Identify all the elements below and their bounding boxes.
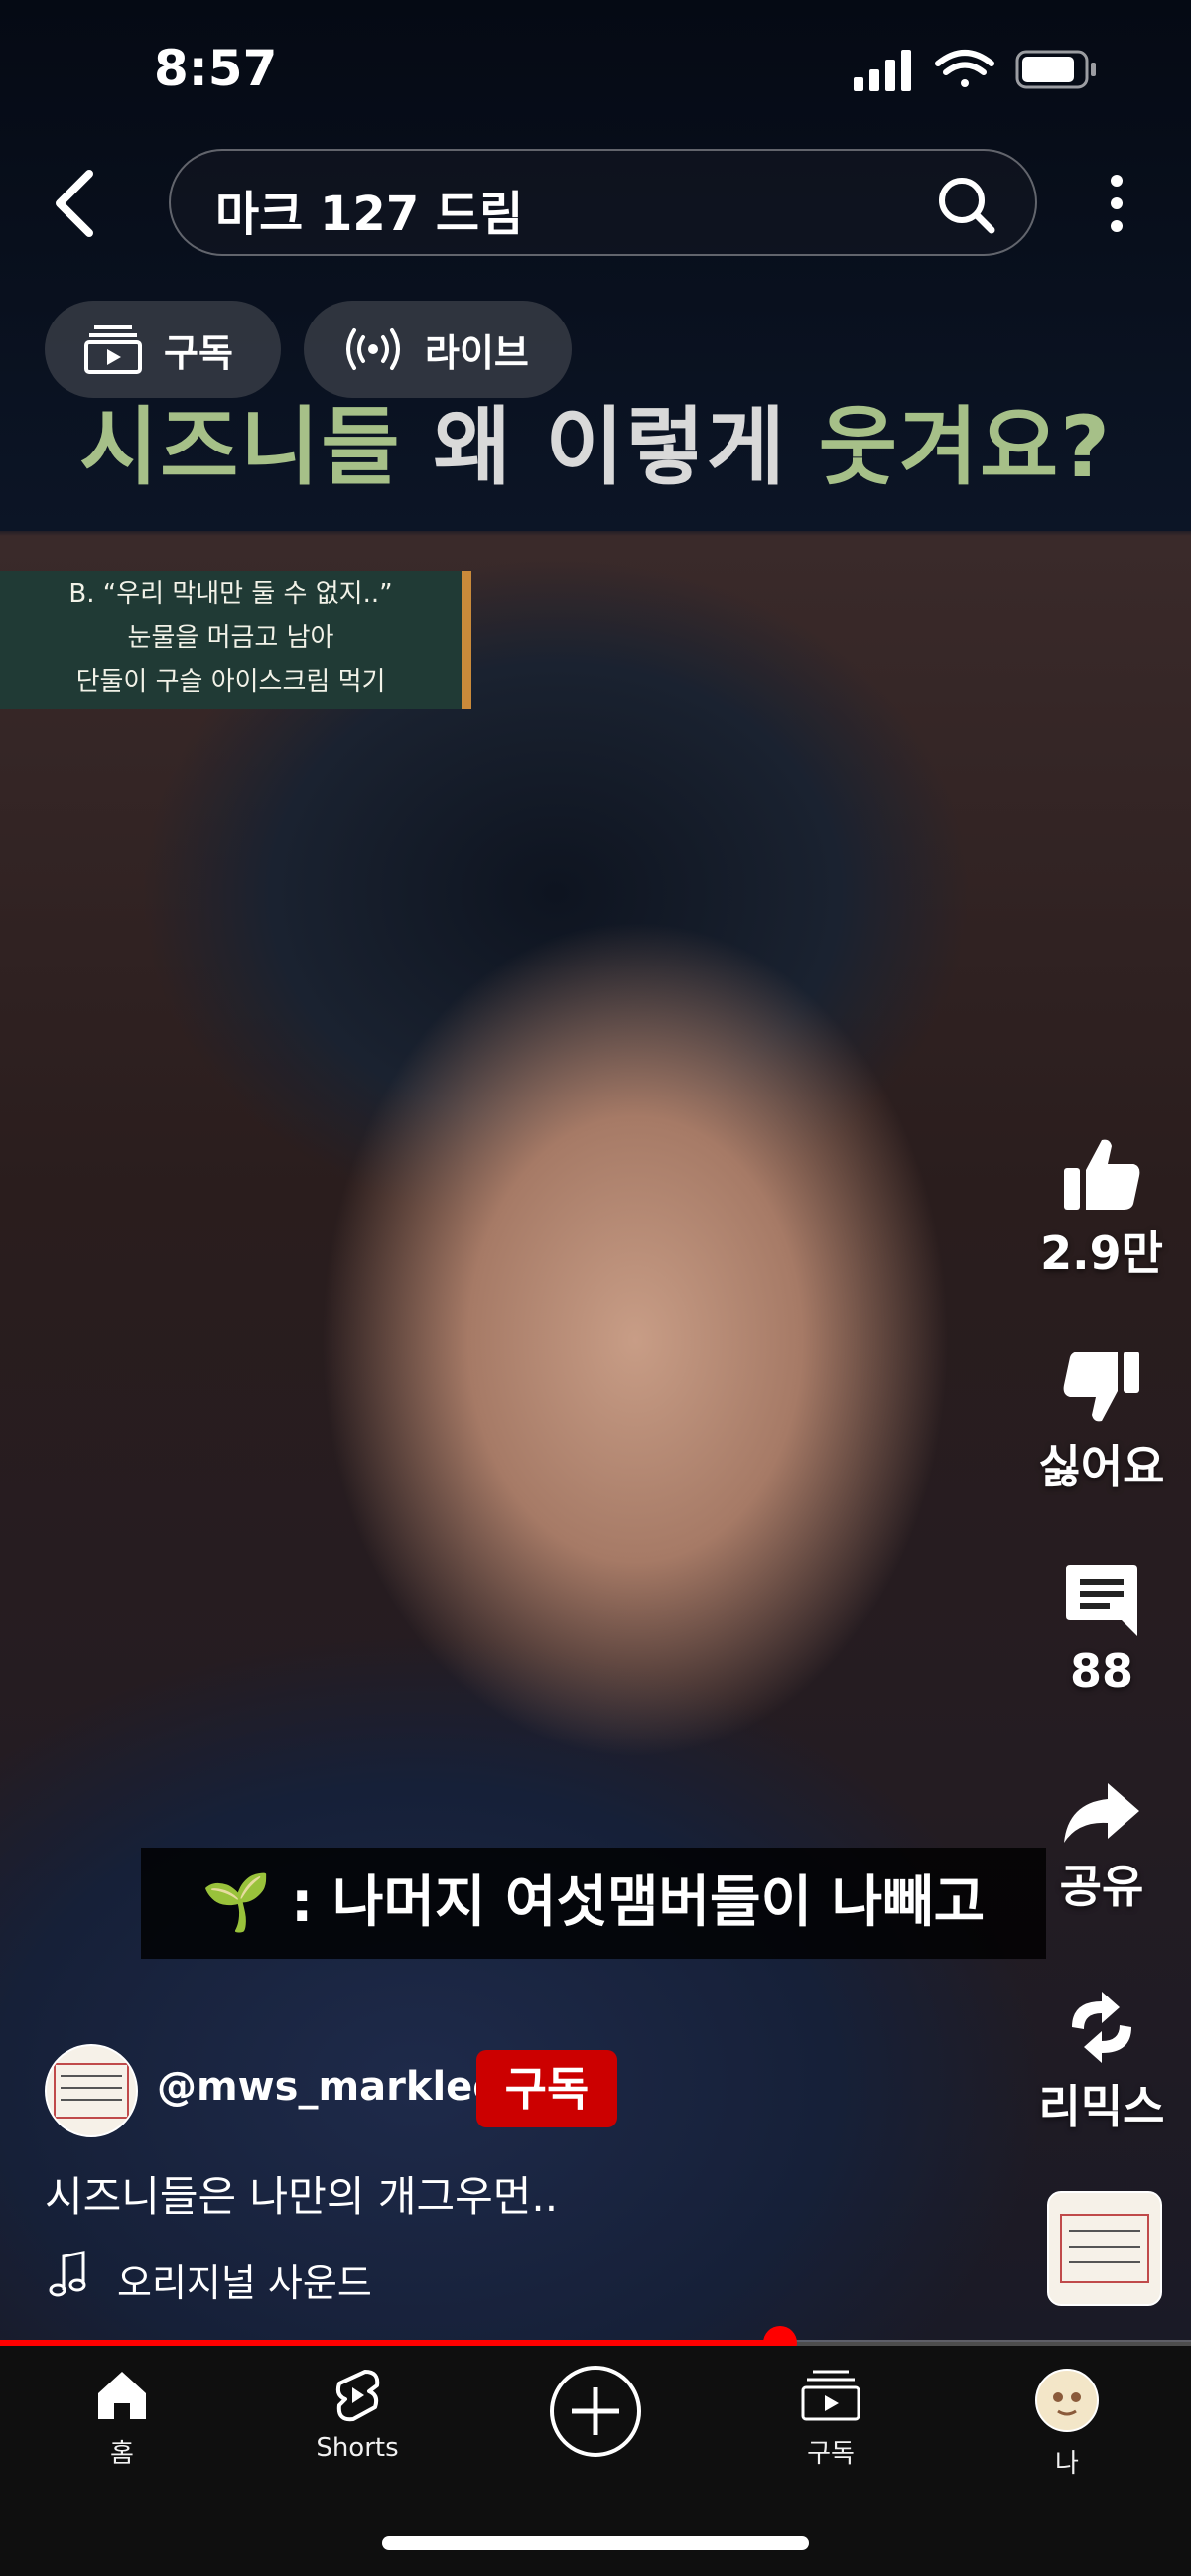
thumbs-up-icon <box>1064 1139 1140 1210</box>
chalkboard-caption: B. “우리 막내만 둘 수 없지..” 눈물을 머금고 남아 단둘이 구슬 아… <box>0 571 471 709</box>
profile-avatar-icon <box>1035 2369 1099 2432</box>
home-icon <box>98 2372 146 2419</box>
channel-handle[interactable]: @mws_marklee <box>157 2064 499 2110</box>
nav-home[interactable]: 홈 <box>23 2368 221 2470</box>
cellular-signal-icon <box>854 50 911 91</box>
sound-name[interactable]: 오리지널 사운드 <box>117 2253 372 2307</box>
share-button[interactable]: 공유 <box>1022 1781 1181 1916</box>
search-query: 마크 127 드림 <box>215 187 524 242</box>
dislike-button[interactable]: 싫어요 <box>1022 1350 1181 1496</box>
live-chip-label: 라이브 <box>425 330 529 375</box>
live-chip[interactable]: 라이브 <box>304 301 572 398</box>
headline-part-1: 시즈니들 <box>78 398 402 497</box>
comment-count: 88 <box>1069 1644 1133 1698</box>
subscriptions-chip[interactable]: 구독 <box>45 301 281 398</box>
status-time: 8:57 <box>154 40 278 97</box>
home-indicator <box>382 2536 809 2550</box>
avatar-artwork <box>54 2063 129 2119</box>
nav-shorts[interactable]: Shorts <box>258 2368 457 2463</box>
subscriptions-icon <box>801 2370 860 2421</box>
remix-icon <box>1072 1992 1131 2063</box>
comment-icon <box>1066 1565 1137 1636</box>
remix-button[interactable]: 리믹스 <box>1022 1990 1181 2136</box>
nav-me-label: 나 <box>1055 2449 1079 2479</box>
subscribe-button[interactable]: 구독 <box>476 2050 617 2127</box>
remix-label: 리믹스 <box>1038 2080 1165 2133</box>
wifi-icon <box>935 50 994 87</box>
back-icon[interactable] <box>40 159 109 248</box>
chalk-line: B. “우리 막내만 둘 수 없지..” <box>68 580 393 609</box>
sound-thumbnail-artwork <box>1060 2214 1149 2283</box>
like-count: 2.9만 <box>1040 1226 1163 1280</box>
more-options-icon[interactable] <box>1092 169 1141 238</box>
chalk-line: 눈물을 머금고 남아 <box>127 623 334 653</box>
headline-part-3: 웃겨요? <box>818 398 1113 497</box>
create-button[interactable] <box>496 2364 695 2463</box>
like-button[interactable]: 2.9만 <box>1022 1136 1181 1283</box>
plus-icon <box>550 2366 641 2457</box>
video-subtitle: 🌱 : 나머지 여섯맴버들이 나빼고 <box>141 1848 1046 1959</box>
nav-shorts-label: Shorts <box>316 2433 399 2463</box>
nav-home-label: 홈 <box>110 2439 134 2469</box>
nav-me[interactable]: 나 <box>968 2368 1166 2480</box>
video-caption[interactable]: 시즈니들은 나만의 개그우먼.. <box>45 2163 558 2224</box>
share-icon <box>1064 1783 1139 1843</box>
chalk-line: 단둘이 구슬 아이스크림 먹기 <box>75 667 386 697</box>
thumbs-down-icon <box>1063 1352 1139 1422</box>
status-icons <box>854 50 1096 91</box>
shorts-icon <box>335 2370 380 2422</box>
headline-part-2: 왜 이렇게 <box>401 398 819 497</box>
nav-subscriptions[interactable]: 구독 <box>731 2368 930 2470</box>
nav-subscriptions-label: 구독 <box>807 2439 855 2469</box>
channel-avatar[interactable] <box>45 2044 138 2137</box>
live-broadcast-icon <box>346 328 400 370</box>
sound-thumbnail[interactable] <box>1047 2191 1162 2306</box>
subscriptions-chip-label: 구독 <box>164 330 233 375</box>
dislike-label: 싫어요 <box>1038 1440 1165 1493</box>
search-input[interactable]: 마크 127 드림 <box>169 149 1037 256</box>
comments-button[interactable]: 88 <box>1022 1563 1181 1698</box>
share-label: 공유 <box>1059 1860 1144 1913</box>
music-note-icon <box>49 2251 86 2297</box>
subscriptions-icon <box>84 325 142 374</box>
search-icon[interactable] <box>936 175 995 234</box>
battery-icon <box>1015 50 1096 89</box>
